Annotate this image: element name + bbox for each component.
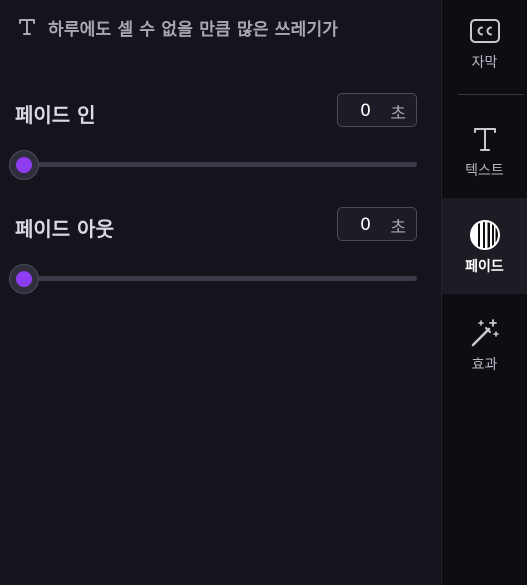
subtitle-header: 하루에도 셀 수 없을 만큼 많은 쓰레기가 <box>16 12 338 42</box>
tool-sidebar: 자막 텍스트 페이드 효과 <box>441 0 527 585</box>
fade-out-duration-input[interactable]: 0 초 <box>337 207 417 241</box>
text-icon <box>16 16 38 38</box>
fade-out-slider-track[interactable] <box>23 276 417 281</box>
sidebar-item-subtitle[interactable]: 자막 <box>442 14 527 74</box>
fade-in-slider-track[interactable] <box>23 162 417 167</box>
text-icon <box>468 122 502 156</box>
subtitle-text: 하루에도 셀 수 없을 만큼 많은 쓰레기가 <box>48 19 339 40</box>
fade-out-label: 페이드 아웃 <box>15 217 114 241</box>
editor-app: 하루에도 셀 수 없을 만큼 많은 쓰레기가 페이드 인 0 초 페이드 아웃 … <box>0 0 527 585</box>
fade-out-row: 페이드 아웃 0 초 <box>15 207 417 243</box>
cc-icon <box>468 14 502 48</box>
sidebar-item-subtitle-label: 자막 <box>471 55 498 71</box>
fade-out-slider-thumb[interactable] <box>9 264 39 294</box>
sidebar-item-effect[interactable]: 효과 <box>442 316 527 376</box>
fade-in-duration-value[interactable]: 0 <box>360 101 371 121</box>
sidebar-item-fade[interactable]: 페이드 <box>442 198 527 294</box>
sidebar-item-effect-label: 효과 <box>471 357 498 373</box>
fade-settings-panel: 하루에도 셀 수 없을 만큼 많은 쓰레기가 페이드 인 0 초 페이드 아웃 … <box>0 0 441 585</box>
fade-out-duration-value[interactable]: 0 <box>360 215 371 235</box>
fade-in-slider[interactable] <box>9 150 417 180</box>
sidebar-divider <box>458 94 524 95</box>
fade-in-label: 페이드 인 <box>15 103 96 127</box>
sidebar-item-fade-label: 페이드 <box>465 259 504 275</box>
sidebar-item-text[interactable]: 텍스트 <box>442 122 527 182</box>
fade-out-duration-unit: 초 <box>390 218 406 238</box>
fade-in-slider-thumb[interactable] <box>9 150 39 180</box>
magic-wand-icon <box>468 316 502 350</box>
fade-out-slider[interactable] <box>9 264 417 294</box>
sidebar-item-text-label: 텍스트 <box>465 163 504 179</box>
fade-icon <box>468 218 502 252</box>
fade-in-duration-input[interactable]: 0 초 <box>337 93 417 127</box>
fade-in-row: 페이드 인 0 초 <box>15 93 417 129</box>
fade-in-duration-unit: 초 <box>390 104 406 124</box>
